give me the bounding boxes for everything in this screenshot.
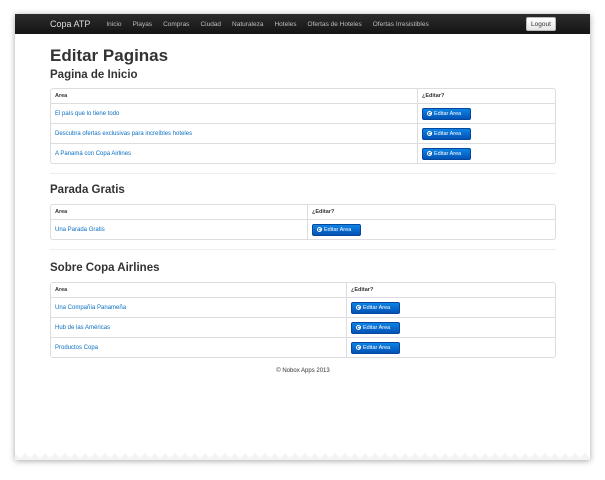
table-row: Una Parada Gratis Editar Area bbox=[51, 219, 555, 239]
divider bbox=[50, 249, 556, 250]
nav-item-playas[interactable]: Playas bbox=[133, 21, 153, 28]
top-navbar: Copa ATP Inicio Playas Compras Ciudad Na… bbox=[15, 14, 590, 34]
column-header-area: Area bbox=[55, 209, 68, 215]
torn-edge bbox=[15, 453, 590, 460]
check-circle-icon bbox=[317, 227, 322, 232]
nav-item-ofertas-hoteles[interactable]: Ofertas de Hoteles bbox=[308, 21, 362, 28]
areas-table-pagina-inicio: Area ¿Editar? El país que lo tiene todo … bbox=[50, 88, 556, 164]
column-header-editar: ¿Editar? bbox=[307, 205, 555, 219]
nav-item-hoteles[interactable]: Hoteles bbox=[274, 21, 296, 28]
check-circle-icon bbox=[427, 131, 432, 136]
area-link[interactable]: Hub de las Américas bbox=[55, 325, 110, 331]
column-header-editar: ¿Editar? bbox=[417, 89, 555, 103]
page-title: Editar Paginas bbox=[50, 46, 169, 65]
table-row: A Panamá con Copa Airlines Editar Area bbox=[51, 143, 555, 163]
nav-item-ciudad[interactable]: Ciudad bbox=[200, 21, 221, 28]
column-header-area: Area bbox=[55, 93, 68, 99]
area-link[interactable]: A Panamá con Copa Airlines bbox=[55, 151, 131, 157]
table-row: Productos Copa Editar Area bbox=[51, 337, 555, 357]
area-link[interactable]: Una Parada Gratis bbox=[55, 227, 105, 233]
areas-table-parada-gratis: Area ¿Editar? Una Parada Gratis Editar A… bbox=[50, 204, 556, 240]
check-circle-icon bbox=[427, 151, 432, 156]
table-row: Hub de las Américas Editar Area bbox=[51, 317, 555, 337]
area-link[interactable]: El país que lo tiene todo bbox=[55, 111, 119, 117]
area-link[interactable]: Una Compañía Panameña bbox=[55, 305, 126, 311]
edit-area-button[interactable]: Editar Area bbox=[422, 107, 471, 120]
edit-area-button[interactable]: Editar Area bbox=[351, 301, 400, 314]
nav-item-compras[interactable]: Compras bbox=[163, 21, 189, 28]
edit-area-button[interactable]: Editar Area bbox=[422, 127, 471, 140]
edit-area-button[interactable]: Editar Area bbox=[351, 341, 400, 354]
table-row: Descubra ofertas exclusivas para increíb… bbox=[51, 123, 555, 143]
edit-area-button[interactable]: Editar Area bbox=[351, 321, 400, 334]
section-title-pagina-inicio: Pagina de Inicio bbox=[50, 69, 138, 81]
column-header-editar: ¿Editar? bbox=[346, 283, 555, 297]
nav-item-ofertas-irresistibles[interactable]: Ofertas Irresistibles bbox=[373, 21, 429, 28]
area-link[interactable]: Productos Copa bbox=[55, 345, 98, 351]
footer-copyright: © Nobox Apps 2013 bbox=[276, 368, 330, 374]
area-link[interactable]: Descubra ofertas exclusivas para increíb… bbox=[55, 131, 192, 137]
column-header-area: Area bbox=[55, 287, 68, 293]
edit-area-button[interactable]: Editar Area bbox=[422, 147, 471, 160]
check-circle-icon bbox=[356, 305, 361, 310]
divider bbox=[50, 173, 556, 174]
areas-table-sobre-copa: Area ¿Editar? Una Compañía Panameña Edit… bbox=[50, 282, 556, 358]
nav-item-inicio[interactable]: Inicio bbox=[106, 21, 121, 28]
nav-item-naturaleza[interactable]: Naturaleza bbox=[232, 21, 263, 28]
check-circle-icon bbox=[356, 325, 361, 330]
browser-window: Copa ATP Inicio Playas Compras Ciudad Na… bbox=[15, 14, 590, 460]
logout-button[interactable]: Logout bbox=[526, 17, 556, 31]
main-content: Editar Paginas Pagina de Inicio Area ¿Ed… bbox=[15, 46, 590, 374]
edit-area-button[interactable]: Editar Area bbox=[312, 223, 361, 236]
table-row: El país que lo tiene todo Editar Area bbox=[51, 103, 555, 123]
check-circle-icon bbox=[427, 111, 432, 116]
check-circle-icon bbox=[356, 345, 361, 350]
brand-link[interactable]: Copa ATP bbox=[50, 19, 90, 29]
section-title-sobre-copa: Sobre Copa Airlines bbox=[50, 262, 160, 274]
section-title-parada-gratis: Parada Gratis bbox=[50, 184, 125, 196]
table-row: Una Compañía Panameña Editar Area bbox=[51, 297, 555, 317]
